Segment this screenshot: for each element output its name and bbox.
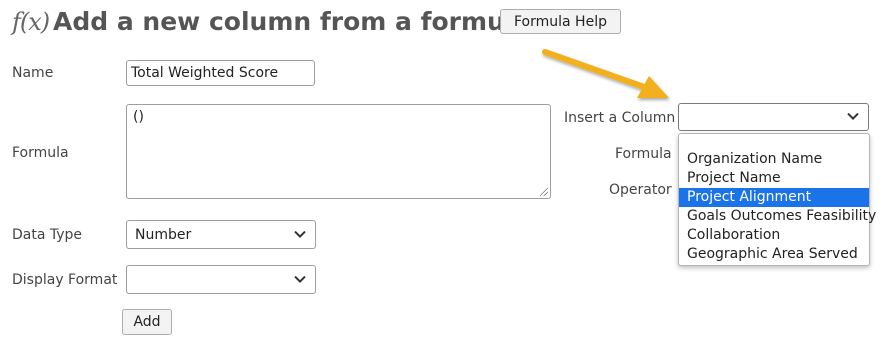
fx-icon: f(x) [12,8,50,36]
insert-formula-label: Formula [615,146,672,162]
name-label: Name [12,65,54,81]
insert-column-dropdown: Organization Name Project Name Project A… [678,133,876,266]
dropdown-option[interactable]: Goals Outcomes Feasibility [679,207,876,226]
resize-grip-icon[interactable] [540,188,548,196]
data-type-select[interactable]: Number [126,220,316,249]
display-format-label: Display Format [12,272,118,288]
add-button[interactable]: Add [122,309,172,335]
chevron-down-icon [294,275,306,283]
formula-help-button[interactable]: Formula Help [500,9,621,34]
dropdown-option[interactable]: Project Name [679,169,869,188]
name-input[interactable]: Total Weighted Score [126,60,315,86]
chevron-down-icon [847,112,859,121]
page-title: Add a new column from a formula. [53,7,540,36]
annotation-arrow-icon [542,49,669,98]
chevron-down-icon [294,230,306,238]
data-type-value: Number [135,226,192,243]
display-format-select[interactable] [126,265,316,294]
dropdown-option[interactable]: Organization Name [679,150,869,169]
insert-operator-label: Operator [609,182,672,198]
formula-label: Formula [12,145,69,161]
insert-column-label: Insert a Column [564,110,676,126]
dropdown-option[interactable]: Geographic Area Served [679,245,869,264]
dropdown-option[interactable]: Collaboration [679,226,869,245]
insert-column-select[interactable] [678,103,869,131]
formula-text: () [133,109,144,125]
data-type-label: Data Type [12,227,83,243]
dropdown-option-highlighted[interactable]: Project Alignment [679,188,869,207]
formula-textarea[interactable]: () [126,104,551,199]
